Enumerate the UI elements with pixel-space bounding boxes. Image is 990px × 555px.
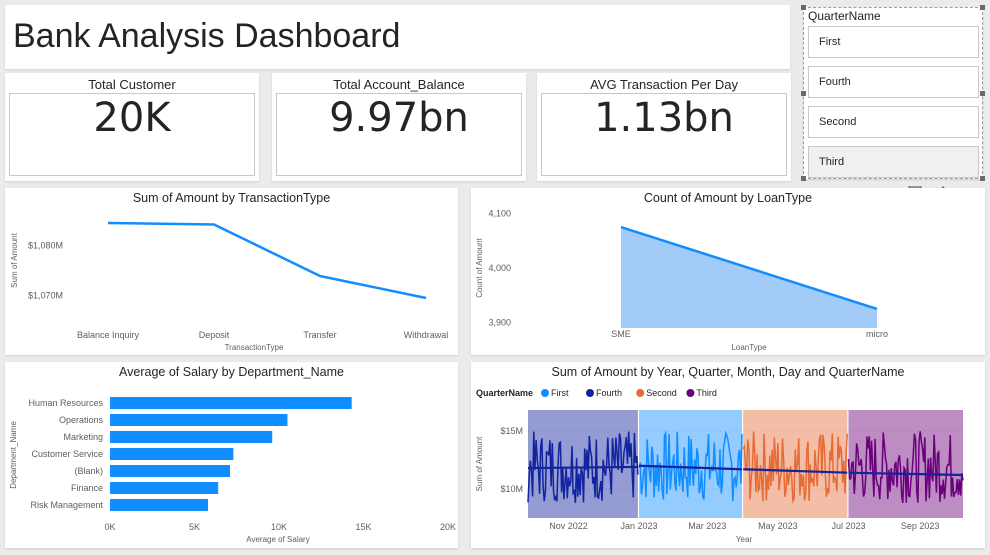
slicer-item-fourth[interactable]: Fourth: [808, 66, 979, 98]
x-axis-label: LoanType: [731, 343, 767, 352]
x-tick-label: Mar 2023: [688, 521, 726, 531]
slicer-item-second[interactable]: Second: [808, 106, 979, 138]
quarter-slicer[interactable]: QuarterName First Fourth Second Third: [801, 5, 985, 181]
legend-title: QuarterName: [476, 388, 533, 398]
chart-loan-type[interactable]: Count of Amount by LoanType 4,100 4,000 3,…: [471, 188, 985, 355]
bar: [110, 448, 234, 460]
x-axis-label: TransactionType: [225, 343, 284, 352]
y-tick-label: 4,000: [488, 263, 511, 273]
slicer-title: QuarterName: [808, 9, 881, 23]
kpi-value: 1.13bn: [594, 95, 734, 141]
legend-label: Fourth: [596, 388, 622, 398]
y-axis-label: Count of Amount: [475, 237, 484, 297]
resize-handle[interactable]: [801, 5, 806, 10]
x-tick-label: May 2023: [758, 521, 798, 531]
kpi-title: Total Account_Balance: [333, 77, 465, 92]
y-tick-label: 4,100: [488, 208, 511, 218]
bar: [110, 465, 230, 477]
x-tick-label: SME: [611, 329, 631, 339]
bar: [110, 414, 288, 426]
resize-handle[interactable]: [801, 176, 806, 181]
legend-label: First: [551, 388, 569, 398]
y-tick-label: (Blank): [74, 466, 103, 476]
x-tick-label: Jul 2023: [831, 521, 865, 531]
y-tick-label: Operations: [59, 415, 104, 425]
y-tick-label: $10M: [500, 484, 523, 494]
title-card: Bank Analysis Dashboard: [5, 5, 790, 69]
bar: [110, 499, 209, 511]
x-tick-label: Balance Inquiry: [77, 330, 140, 340]
legend-marker: [586, 389, 594, 397]
x-tick-label: Jan 2023: [621, 521, 658, 531]
kpi-title: AVG Transaction Per Day: [590, 77, 738, 92]
legend-label: Second: [646, 388, 677, 398]
y-tick-label: Marketing: [63, 432, 103, 442]
chart-svg: Human Resources Operations Marketing Custom…: [9, 397, 456, 544]
chart-svg: 4,100 4,000 3,900 SME micro LoanType Count of …: [475, 208, 888, 352]
kpi-card-total-customer[interactable]: Total Customer 20K: [5, 73, 259, 181]
y-tick-label: $1,070M: [28, 291, 63, 301]
bar: [110, 397, 352, 409]
y-tick-label: $1,080M: [28, 241, 63, 251]
slicer-item-first[interactable]: First: [808, 26, 979, 58]
x-axis-label: Year: [736, 535, 753, 544]
bar: [110, 482, 219, 494]
chart-svg: QuarterName First Fourth Second Third $15M $10…: [475, 388, 964, 544]
legend-marker: [686, 389, 695, 397]
chart-transaction-type[interactable]: Sum of Amount by TransactionType $1,080M…: [5, 188, 458, 355]
slicer-item-third[interactable]: Third: [808, 146, 979, 178]
kpi-card-avg-transaction[interactable]: AVG Transaction Per Day 1.13bn: [537, 73, 791, 181]
resize-handle[interactable]: [980, 5, 985, 10]
resize-handle[interactable]: [980, 176, 985, 181]
x-tick-label: 15K: [355, 522, 371, 532]
resize-handle[interactable]: [980, 91, 985, 96]
resize-handle[interactable]: [801, 91, 806, 96]
y-tick-label: Risk Management: [30, 500, 103, 510]
trend-line: [527, 465, 638, 470]
y-tick-label: 3,900: [488, 318, 511, 328]
x-tick-label: Nov 2022: [549, 521, 588, 531]
x-axis-label: Average of Salary: [246, 535, 309, 544]
x-tick-label: 0K: [104, 522, 115, 532]
chart-salary-by-department[interactable]: Average of Salary by Department_Name Hum…: [5, 362, 458, 548]
y-axis-label: Sum of Amount: [10, 232, 19, 287]
y-axis-label: Department_Name: [9, 421, 18, 489]
chart-svg: $1,080M $1,070M Balance Inquiry Deposit Tran…: [10, 221, 449, 352]
legend-marker: [541, 389, 549, 397]
legend-label: Third: [696, 388, 717, 398]
x-tick-label: micro: [866, 329, 888, 339]
y-tick-label: Finance: [71, 483, 103, 493]
x-tick-label: 5K: [189, 522, 200, 532]
kpi-card-total-account-balance[interactable]: Total Account_Balance 9.97bn: [272, 73, 526, 181]
y-axis-label: Sum of Amount: [475, 436, 484, 491]
area-fill: [621, 227, 877, 328]
chart-amount-timeseries[interactable]: Sum of Amount by Year, Quarter, Month, D…: [471, 362, 985, 548]
page-title: Bank Analysis Dashboard: [13, 17, 401, 55]
y-tick-label: Customer Service: [31, 449, 103, 459]
x-tick-label: Transfer: [303, 330, 336, 340]
legend-marker: [636, 389, 645, 397]
kpi-value: 9.97bn: [329, 95, 469, 141]
x-tick-label: Sep 2023: [901, 521, 940, 531]
x-tick-label: Deposit: [199, 330, 230, 340]
bar: [110, 431, 273, 443]
kpi-value: 20K: [93, 95, 171, 141]
kpi-title: Total Customer: [88, 77, 176, 92]
x-tick-label: 20K: [440, 522, 456, 532]
x-tick-label: Withdrawal: [404, 330, 449, 340]
series-line: [107, 221, 427, 300]
y-tick-label: $15M: [500, 426, 523, 436]
y-tick-label: Human Resources: [28, 398, 103, 408]
x-tick-label: 10K: [271, 522, 287, 532]
